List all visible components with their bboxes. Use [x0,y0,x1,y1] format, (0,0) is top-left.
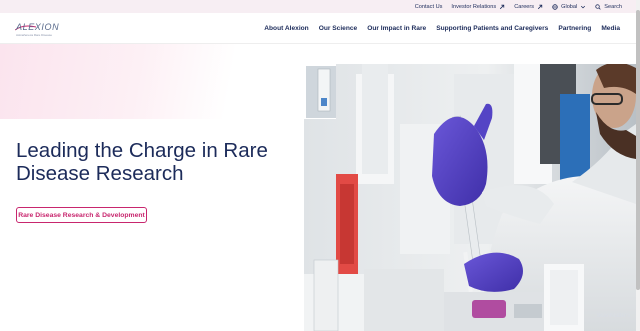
alexion-logo[interactable]: ALEXION AstraZeneca Rare Disease [15,22,66,37]
scrollbar[interactable] [636,0,640,331]
search-button[interactable]: Search [595,4,622,10]
scrollbar-thumb[interactable] [636,10,640,290]
lab-scientist-illustration [304,64,636,331]
contact-us-label: Contact Us [414,3,443,10]
global-label: Global [561,3,578,10]
nav-our-impact-in-rare[interactable]: Our Impact in Rare [367,25,426,32]
search-icon [595,3,601,10]
main-header: ALEXION AstraZeneca Rare Disease About A… [0,13,636,44]
logo-wordmark: ALEXION [16,22,60,32]
global-selector[interactable]: Global [552,4,586,10]
main-nav: About Alexion Our Science Our Impact in … [264,13,620,44]
nav-partnering[interactable]: Partnering [558,25,591,32]
search-label: Search [604,3,622,10]
hero-gradient [0,44,304,119]
research-development-button[interactable]: Rare Disease Research & Development [16,207,147,223]
careers-label: Careers [514,3,535,10]
globe-icon [552,3,558,10]
nav-about-alexion[interactable]: About Alexion [264,25,308,32]
external-link-icon [538,4,543,9]
chevron-down-icon [581,5,586,8]
watermark-logo: ScanMatters [596,313,630,319]
hero-lab-image [304,64,636,331]
investor-relations-label: Investor Relations [451,3,497,10]
nav-media[interactable]: Media [601,25,620,32]
nav-supporting-patients[interactable]: Supporting Patients and Caregivers [436,25,548,32]
careers-link[interactable]: Careers [514,4,543,10]
contact-us-link[interactable]: Contact Us [415,4,443,10]
hero-title: Leading the Charge in Rare Disease Resea… [16,139,268,185]
nav-our-science[interactable]: Our Science [319,25,357,32]
utility-bar: Contact Us Investor Relations Careers Gl… [0,0,636,13]
investor-relations-link[interactable]: Investor Relations [451,4,505,10]
logo-tagline: AstraZeneca Rare Disease [16,33,53,37]
external-link-icon [500,4,505,9]
